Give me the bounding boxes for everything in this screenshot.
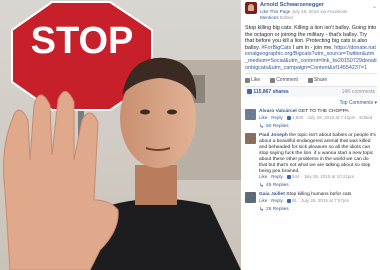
- author-name[interactable]: Arnold Schwarzenegger: [260, 2, 348, 9]
- post-body-2: I am in - join me.: [292, 44, 333, 51]
- comment: Paul Joseph the topic isn't about babies…: [245, 133, 377, 189]
- commenter-name[interactable]: Gaia Jaillet: [259, 192, 285, 197]
- view-replies[interactable]: ↳ 80 Replies: [259, 123, 377, 130]
- commenter-avatar[interactable]: [245, 192, 256, 204]
- comment-likes[interactable]: 544: [292, 174, 300, 179]
- share-icon: [307, 77, 313, 83]
- comment-likes[interactable]: 1,630: [292, 115, 303, 120]
- like-icon: [286, 199, 291, 204]
- like-icon: [286, 115, 291, 120]
- stop-sign-text: STOP: [30, 20, 134, 62]
- comment-meta: Like · Reply · 91 · July 29, 2015 at 7:5…: [259, 198, 350, 204]
- comment-text: GET TO THE CHOPPA: [298, 109, 349, 115]
- like-page-link[interactable]: Like This Page: [260, 9, 290, 14]
- comment: Álvaro Valcárcel GET TO THE CHOPPA Like …: [245, 109, 377, 130]
- post-date: July 29, 2015 via Facebook: [291, 9, 348, 14]
- comment-like-link[interactable]: Like: [259, 174, 267, 179]
- share-count[interactable]: 115,867 shares: [247, 89, 289, 95]
- post-text: Stop killing big cats. Killing a lion is…: [245, 25, 377, 71]
- comment-date[interactable]: July 29, 2015 at 10:21pm: [304, 174, 355, 179]
- comment-reply-link[interactable]: Reply: [271, 174, 283, 179]
- hashtag-link[interactable]: #ForBigCats: [261, 45, 291, 51]
- edited-label[interactable]: Edited: [280, 15, 293, 20]
- comment-likes[interactable]: 91: [292, 198, 297, 203]
- comment-meta: Like · Reply · 544 · July 29, 2015 at 10…: [259, 174, 355, 180]
- commenter-avatar[interactable]: [245, 109, 256, 121]
- post-photo[interactable]: STOP: [0, 0, 241, 270]
- comment-like-link[interactable]: Like: [259, 115, 267, 120]
- post-meta-2: Mentions Edited: [260, 15, 348, 21]
- post-panel: ⌄ Arnold Schwarzenegger Like This Page J…: [241, 0, 380, 270]
- comment-text: the topic isn't about babies or people i…: [259, 133, 376, 174]
- post-actions: Like Comment Share: [245, 73, 377, 83]
- like-icon: [286, 175, 291, 180]
- sort-comments[interactable]: Top Comments ▾: [245, 100, 377, 106]
- comment-icon: [270, 77, 276, 83]
- like-icon: [247, 89, 252, 95]
- thumb-icon: [245, 77, 250, 83]
- comment-like-link[interactable]: Like: [259, 198, 267, 203]
- comment-date[interactable]: July 29, 2015 at 7:57pm: [301, 198, 349, 203]
- commenter-name[interactable]: Paul Joseph: [259, 133, 288, 138]
- chevron-down-icon[interactable]: ⌄: [372, 3, 377, 10]
- comment-text: Stop killing humans befor cats: [286, 192, 352, 198]
- reply-arrow-icon: ↳: [259, 207, 265, 214]
- author-avatar[interactable]: [245, 2, 257, 14]
- comment-reply-link[interactable]: Reply: [271, 198, 283, 203]
- view-replies[interactable]: ↳ 25 Replies: [259, 206, 377, 213]
- commenter-name[interactable]: Álvaro Valcárcel: [259, 109, 297, 114]
- mentions-link[interactable]: Mentions: [260, 15, 279, 20]
- post-header: Arnold Schwarzenegger Like This Page Jul…: [245, 2, 377, 21]
- comment-edited[interactable]: Edited: [359, 115, 372, 120]
- share-button[interactable]: Share: [307, 77, 327, 83]
- comment-button[interactable]: Comment: [270, 77, 298, 83]
- view-replies[interactable]: ↳ 45 Replies: [259, 182, 377, 189]
- comment: Gaia Jaillet Stop killing humans befor c…: [245, 192, 377, 213]
- comment-count[interactable]: 14K comments: [342, 89, 375, 95]
- reply-arrow-icon: ↳: [259, 183, 265, 190]
- post-stats: 115,867 shares 14K comments: [245, 86, 377, 98]
- comment-date[interactable]: July 29, 2015 at 7:42pm: [307, 115, 355, 120]
- comment-meta: Like · Reply · 1,630 · July 29, 2015 at …: [259, 115, 373, 121]
- commenter-avatar[interactable]: [245, 133, 256, 145]
- reply-arrow-icon: ↳: [259, 124, 265, 131]
- like-button[interactable]: Like: [245, 77, 260, 83]
- comment-reply-link[interactable]: Reply: [271, 115, 283, 120]
